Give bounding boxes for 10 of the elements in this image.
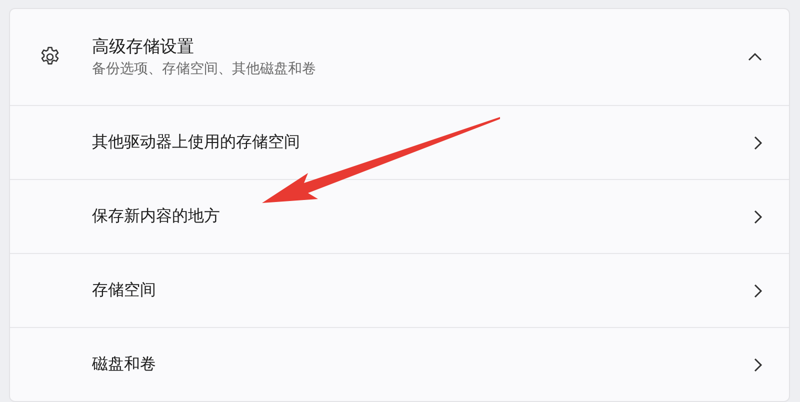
chevron-right-icon <box>753 208 763 224</box>
chevron-right-icon <box>753 356 763 372</box>
chevron-right-icon <box>753 282 763 298</box>
chevron-up-icon[interactable] <box>747 52 763 62</box>
section-title: 高级存储设置 <box>92 36 195 59</box>
section-subtitle: 备份选项、存储空间、其他磁盘和卷 <box>92 60 317 79</box>
settings-item[interactable]: 磁盘和卷 <box>10 328 789 401</box>
section-header[interactable]: 高级存储设置 备份选项、存储空间、其他磁盘和卷 <box>10 9 789 106</box>
settings-item[interactable]: 存储空间 <box>10 254 789 328</box>
chevron-right-icon <box>753 134 763 150</box>
